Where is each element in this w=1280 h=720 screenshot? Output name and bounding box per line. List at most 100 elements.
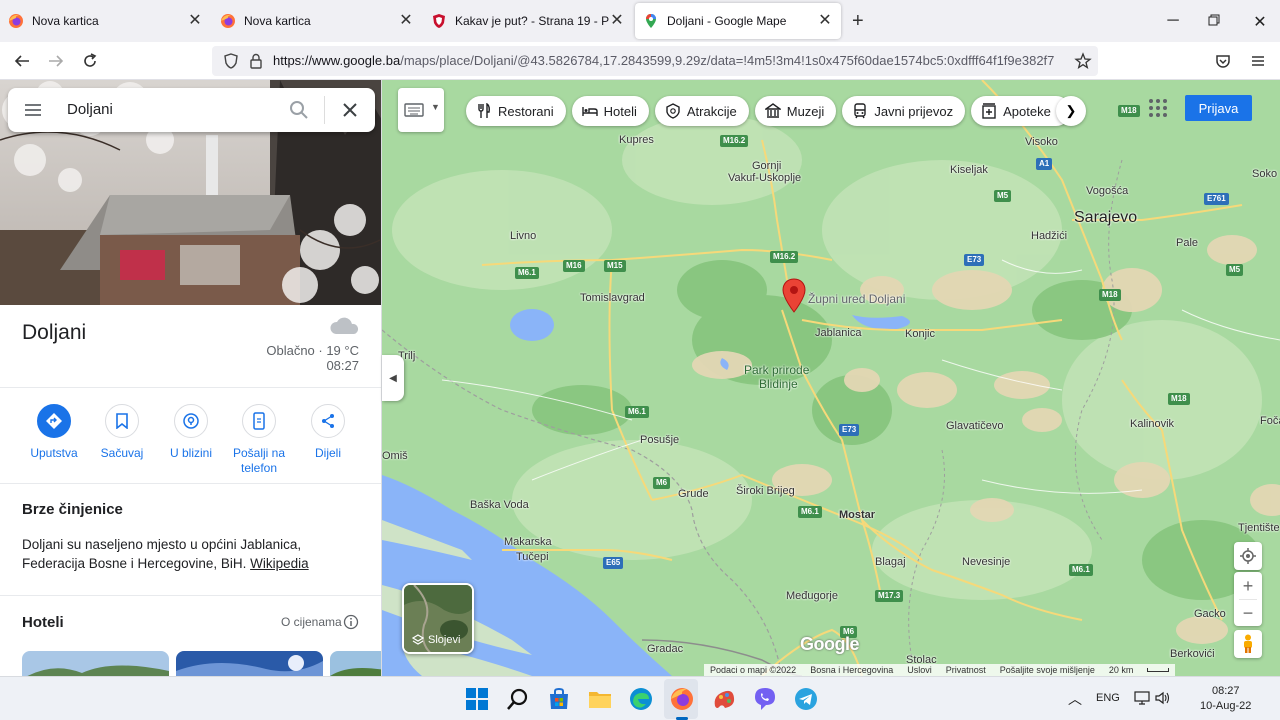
volume-icon[interactable]	[1155, 691, 1171, 705]
hotel-thumbnail[interactable]	[176, 651, 323, 676]
road-shield: M6	[653, 477, 671, 489]
road-shield: E761	[1204, 193, 1229, 205]
chip-restaurants[interactable]: Restorani	[466, 96, 566, 126]
my-location-button[interactable]	[1234, 542, 1262, 570]
map-place-label: Visoko	[1025, 136, 1058, 148]
share-button[interactable]: Dijeli	[295, 404, 361, 461]
firefox-icon	[221, 14, 235, 28]
zoom-in-button[interactable]: +	[1243, 573, 1254, 599]
hotel-thumbnail[interactable]	[330, 651, 381, 676]
info-icon[interactable]	[343, 614, 359, 630]
hamburger-menu-icon[interactable]	[1249, 52, 1267, 70]
lock-icon[interactable]	[249, 53, 263, 69]
road-shield: M5	[994, 190, 1012, 202]
cloud-icon	[330, 317, 359, 334]
map-place-label: Gornji	[752, 160, 782, 172]
directions-button[interactable]: Uputstva	[21, 404, 87, 461]
close-icon[interactable]	[341, 101, 359, 119]
road-shield: M16	[563, 260, 585, 272]
search-icon[interactable]	[505, 686, 531, 712]
weather-time: 08:27	[326, 358, 359, 373]
nearby-button[interactable]: U blizini	[158, 404, 224, 461]
browser-tab-bar: Nova kartica ✕ Nova kartica ✕ Kakav je p…	[0, 0, 1280, 42]
zoom-out-button[interactable]: −	[1243, 600, 1254, 626]
edge-icon[interactable]	[628, 686, 654, 712]
keyboard-toggle-button[interactable]: ▼	[398, 88, 444, 132]
bookmark-star-icon[interactable]	[1074, 52, 1092, 70]
map-place-label: Gacko	[1194, 608, 1226, 620]
file-explorer-icon[interactable]	[587, 686, 613, 712]
browser-tab-2[interactable]: Nova kartica ✕	[212, 0, 422, 42]
clock-time[interactable]: 08:27	[1212, 685, 1240, 697]
browser-tab-4-active[interactable]: Doljani - Google Mape ✕	[635, 3, 841, 39]
window-close-icon[interactable]: ✕	[1252, 12, 1268, 32]
browser-nav-bar: https://www.google.ba/maps/place/Doljani…	[0, 42, 1280, 80]
attribution-country[interactable]: Bosna i Hercegovina	[810, 665, 893, 675]
map-place-label: Gradac	[647, 643, 684, 655]
paint-app-icon[interactable]	[711, 686, 737, 712]
restore-icon[interactable]	[1208, 14, 1220, 26]
search-box[interactable]: Doljani	[8, 88, 375, 132]
browser-tab-3[interactable]: Kakav je put? - Strana 19 - Predl ✕	[423, 0, 633, 42]
road-shield: M5	[1226, 264, 1244, 276]
road-shield: M6.1	[798, 506, 822, 518]
chip-attractions[interactable]: Atrakcije	[654, 96, 749, 126]
hotel-icon	[581, 107, 598, 116]
terms-link[interactable]: Uslovi	[907, 665, 932, 675]
close-icon[interactable]: ✕	[398, 13, 414, 29]
search-icon[interactable]	[289, 100, 309, 120]
map-data-credit: Podaci o mapi ©2022	[710, 665, 797, 675]
feedback-link[interactable]: Pošaljite svoje mišljenje	[1000, 665, 1095, 675]
tray-expand-icon[interactable]: ︿	[1068, 689, 1082, 709]
prices-link[interactable]: O cijenama	[281, 615, 342, 629]
firefox-icon[interactable]	[669, 686, 695, 712]
chevron-down-icon[interactable]: ▼	[431, 102, 440, 112]
close-icon[interactable]: ✕	[187, 13, 203, 29]
windows-start-icon[interactable]	[464, 686, 490, 712]
reload-icon[interactable]	[81, 52, 99, 70]
chip-museums[interactable]: Muzeji	[754, 96, 837, 126]
road-shield: M6.1	[625, 406, 649, 418]
close-icon[interactable]: ✕	[817, 13, 833, 29]
close-icon[interactable]: ✕	[609, 13, 625, 29]
menu-icon[interactable]	[24, 101, 42, 119]
network-icon[interactable]	[1134, 691, 1150, 705]
scale-label[interactable]: 20 km	[1109, 665, 1134, 675]
viber-icon[interactable]	[752, 686, 778, 712]
url-bar[interactable]: https://www.google.ba/maps/place/Doljani…	[212, 46, 1098, 76]
back-arrow-icon[interactable]	[13, 52, 31, 70]
pocket-icon[interactable]	[1214, 52, 1232, 70]
street-view-pegman-button[interactable]	[1234, 630, 1262, 658]
layers-button[interactable]: Slojevi	[402, 583, 474, 654]
collapse-panel-button[interactable]: ◀	[382, 355, 404, 401]
chip-hotels[interactable]: Hoteli	[571, 96, 649, 126]
tracking-shield-icon[interactable]	[223, 53, 239, 69]
url-text[interactable]: https://www.google.ba/maps/place/Doljani…	[273, 53, 1065, 68]
wikipedia-link[interactable]: Wikipedia	[250, 556, 309, 571]
road-shield: M16.2	[770, 251, 799, 263]
privacy-link[interactable]: Privatnost	[946, 665, 986, 675]
road-shield: M18	[1099, 289, 1121, 301]
minimize-icon[interactable]: ─	[1165, 12, 1181, 30]
microsoft-store-icon[interactable]	[546, 686, 572, 712]
forward-arrow-icon[interactable]	[47, 52, 65, 70]
new-tab-button[interactable]: +	[852, 11, 864, 31]
map-canvas[interactable]: Kupres Gornji Vakuf-Uskoplje Visoko Kise…	[382, 80, 1280, 676]
chip-transit[interactable]: Javni prijevoz	[842, 96, 966, 126]
clock-date[interactable]: 10-Aug-22	[1200, 700, 1251, 712]
telegram-icon[interactable]	[793, 686, 819, 712]
save-button[interactable]: Sačuvaj	[89, 404, 155, 461]
bookmark-icon	[105, 404, 139, 438]
language-indicator[interactable]: ENG	[1096, 692, 1120, 704]
apps-grid-icon[interactable]	[1148, 98, 1168, 118]
transit-icon	[854, 103, 867, 119]
hotel-thumbnail[interactable]	[22, 651, 169, 676]
search-input[interactable]: Doljani	[67, 101, 113, 118]
send-to-phone-button[interactable]: Pošalji na telefon	[226, 404, 292, 476]
signin-button[interactable]: Prijava	[1185, 95, 1252, 121]
pin-label[interactable]: Župni ured Doljani	[808, 292, 905, 306]
place-pin-icon[interactable]	[782, 278, 806, 314]
chips-scroll-right-button[interactable]: ❯	[1056, 96, 1086, 126]
browser-tab-1[interactable]: Nova kartica ✕	[0, 0, 211, 42]
museum-icon	[764, 103, 781, 118]
